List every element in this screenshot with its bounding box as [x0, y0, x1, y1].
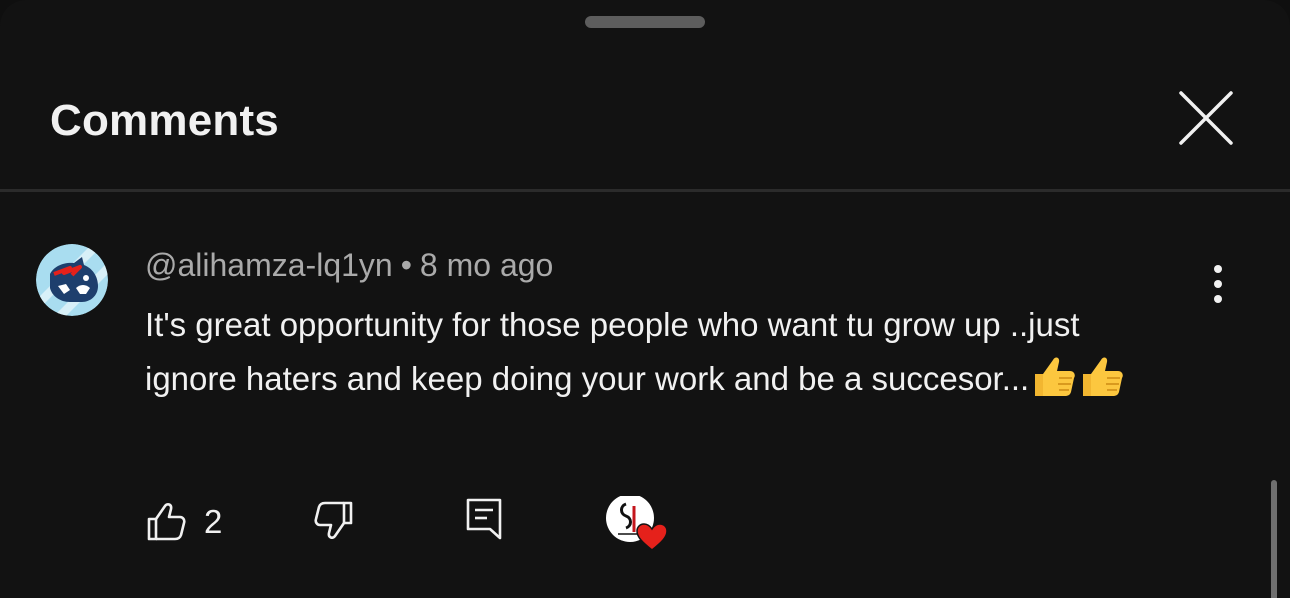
reply-button[interactable]: [466, 498, 506, 544]
more-vertical-icon: [1214, 265, 1222, 303]
dislike-button[interactable]: [314, 500, 358, 544]
meta-separator: •: [400, 247, 412, 283]
thumbs-up-emoji-icon: [1031, 354, 1077, 414]
page-title: Comments: [50, 96, 279, 145]
comment-age: 8 mo ago: [419, 247, 554, 283]
close-button[interactable]: [1168, 80, 1244, 156]
reply-comment-icon: [466, 498, 502, 540]
comment-author[interactable]: @alihamza-lq1yn: [145, 247, 393, 283]
thumbs-down-outline-icon: [314, 501, 353, 539]
comments-sheet: Comments @alihamza-lq1yn • 8 mo ago It's…: [0, 0, 1290, 598]
comments-header: Comments: [0, 60, 1290, 190]
thumbs-up-emoji-icon: [1079, 354, 1125, 414]
more-options-button[interactable]: [1196, 262, 1240, 306]
comment-text: It's great opportunity for those people …: [145, 298, 1155, 414]
creator-heart-badge: [604, 494, 668, 552]
comment-item: @alihamza-lq1yn • 8 mo ago It's great oppo…: [0, 192, 1290, 598]
scrollbar[interactable]: [1271, 480, 1277, 598]
avatar[interactable]: [36, 244, 108, 316]
like-count: 2: [204, 503, 223, 540]
like-button[interactable]: 2: [146, 500, 222, 544]
comment-meta: @alihamza-lq1yn • 8 mo ago: [145, 247, 553, 284]
comment-actions: 2: [0, 492, 1290, 552]
comment-body: It's great opportunity for those people …: [145, 306, 1080, 397]
close-icon: [1179, 91, 1233, 145]
drag-handle[interactable]: [585, 16, 705, 28]
thumbs-up-outline-icon: [147, 503, 186, 541]
creator-heart-icon: [636, 523, 668, 551]
